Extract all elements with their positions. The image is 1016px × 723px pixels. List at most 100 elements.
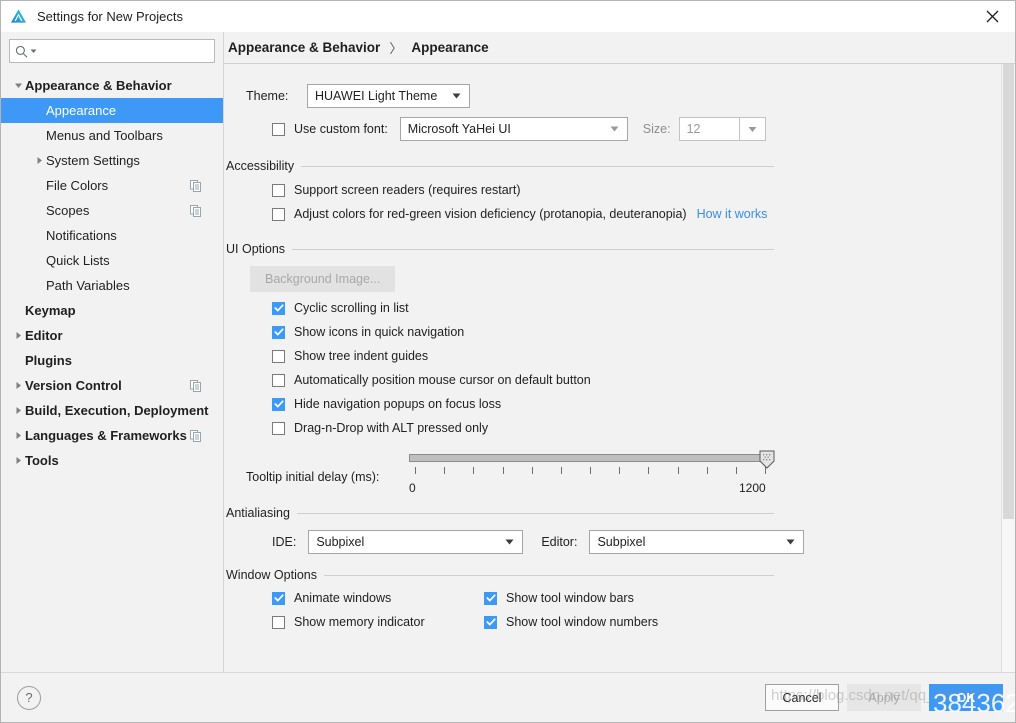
sidebar-item-quick-lists[interactable]: Quick Lists [1,248,223,273]
checkbox-box [484,592,497,605]
slider-tick [415,467,416,474]
automatically-position-mouse-cursor-on-default-button-checkbox[interactable]: Automatically position mouse cursor on d… [272,368,985,392]
sidebar-item-tools[interactable]: Tools [1,448,223,473]
sidebar-item-scopes[interactable]: Scopes [1,198,223,223]
settings-sidebar: Appearance & Behavior Appearance Menus and… [1,32,224,672]
font-size-label: Size: [643,122,671,136]
hide-navigation-popups-on-focus-loss-checkbox[interactable]: Hide navigation popups on focus loss [272,392,985,416]
sidebar-item-menus-and-toolbars[interactable]: Menus and Toolbars [1,123,223,148]
drag-n-drop-with-alt-pressed-only-checkbox[interactable]: Drag-n-Drop with ALT pressed only [272,416,985,440]
show-tool-window-bars-checkbox[interactable]: Show tool window bars [484,586,744,610]
breadcrumb-separator: 〉 [389,38,402,57]
ui-options-section-header: UI Options [224,242,774,256]
show-tree-indent-guides-label: Show tree indent guides [294,349,428,363]
adjust-colors-checkbox[interactable] [272,208,285,221]
settings-dialog: Settings for New Projects [0,0,1016,723]
ok-button[interactable]: OK [929,684,1003,711]
slider-thumb[interactable] [759,450,775,469]
chevron-down-icon[interactable] [11,81,25,90]
background-image-row: Background Image... [224,266,985,292]
chevron-right-icon[interactable] [11,406,25,415]
checkbox-box [272,123,285,136]
search-caret-icon[interactable] [30,44,37,58]
cyclic-scrolling-in-list-label: Cyclic scrolling in list [294,301,409,315]
slider-tick [503,467,504,474]
chevron-right-icon[interactable] [11,431,25,440]
custom-font-select[interactable]: Microsoft YaHei UI [400,117,628,141]
sidebar-item-version-control[interactable]: Version Control [1,373,223,398]
sidebar-item-path-variables[interactable]: Path Variables [1,273,223,298]
question-mark-icon[interactable]: ? [17,686,41,710]
sidebar-item-system-settings[interactable]: System Settings [1,148,223,173]
ide-antialiasing-select[interactable]: Subpixel [308,530,523,554]
sidebar-item-keymap[interactable]: Keymap [1,298,223,323]
sidebar-item-languages-frameworks[interactable]: Languages & Frameworks [1,423,223,448]
font-size-select[interactable]: 12 [679,117,766,141]
slider-track [409,454,771,462]
background-image-button[interactable]: Background Image... [250,266,395,292]
theme-label: Theme: [246,89,304,103]
sidebar-item-label: Quick Lists [46,253,110,268]
chevron-right-icon[interactable] [11,381,25,390]
search-icon [15,45,28,58]
sidebar-item-file-colors[interactable]: File Colors [1,173,223,198]
checkbox-box [272,302,285,315]
sidebar-item-plugins[interactable]: Plugins [1,348,223,373]
settings-tree: Appearance & Behavior Appearance Menus and… [1,71,223,672]
chevron-right-icon[interactable] [11,331,25,340]
show-icons-in-quick-navigation-checkbox[interactable]: Show icons in quick navigation [272,320,985,344]
how-it-works-link[interactable]: How it works [697,207,768,221]
animate-windows-checkbox[interactable]: Animate windows [272,586,484,610]
editor-antialiasing-select[interactable]: Subpixel [589,530,804,554]
show-tree-indent-guides-checkbox[interactable]: Show tree indent guides [272,344,985,368]
show-memory-indicator-label: Show memory indicator [294,615,425,629]
copy-icon[interactable] [190,380,201,392]
accessibility-section-header: Accessibility [224,159,774,173]
animate-windows-label: Animate windows [294,591,391,605]
breadcrumb-parent[interactable]: Appearance & Behavior [228,40,380,55]
close-icon[interactable] [969,1,1015,32]
sidebar-item-notifications[interactable]: Notifications [1,223,223,248]
apply-button[interactable]: Apply [847,684,921,711]
chevron-right-icon[interactable] [11,456,25,465]
settings-content-inner: Theme: HUAWEI Light Theme Use custom [224,84,1015,634]
slider-min-label: 0 [409,481,416,495]
slider-tick [648,467,649,474]
checkbox-box [272,422,285,435]
support-screen-readers-checkbox[interactable]: Support screen readers (requires restart… [272,178,985,202]
sidebar-item-label: Appearance [46,103,116,118]
use-custom-font-checkbox[interactable]: Use custom font: [272,117,388,141]
sidebar-item-label: Scopes [46,203,89,218]
checkbox-box [484,616,497,629]
sidebar-item-build-execution-deployment[interactable]: Build, Execution, Deployment [1,398,223,423]
dialog-footer: ? Cancel Apply OK [1,672,1015,722]
cyclic-scrolling-in-list-checkbox[interactable]: Cyclic scrolling in list [272,296,985,320]
chevron-right-icon[interactable] [32,156,46,165]
content-scrollbar[interactable] [1001,64,1015,672]
tooltip-delay-slider[interactable]: 0 1200 [409,454,774,494]
show-tool-window-numbers-checkbox[interactable]: Show tool window numbers [484,610,744,634]
cancel-button[interactable]: Cancel [765,684,839,711]
theme-select[interactable]: HUAWEI Light Theme [307,84,470,108]
copy-icon[interactable] [190,205,201,217]
copy-icon[interactable] [190,430,201,442]
editor-antialiasing-value: Subpixel [597,535,645,549]
ui-options-title: UI Options [226,242,285,256]
ide-antialiasing-label: IDE: [272,535,296,549]
scrollbar-thumb[interactable] [1003,64,1014,519]
show-tool-window-numbers-label: Show tool window numbers [506,615,658,629]
chevron-down-icon [610,126,619,133]
sidebar-item-appearance-behavior[interactable]: Appearance & Behavior [1,73,223,98]
antialiasing-row: IDE: Subpixel Editor: Subpixel [224,530,985,554]
accessibility-title: Accessibility [226,159,294,173]
sidebar-item-appearance[interactable]: Appearance [1,98,223,123]
search-input[interactable] [37,44,209,58]
search-box[interactable] [9,39,215,63]
copy-icon[interactable] [190,180,201,192]
title-bar: Settings for New Projects [1,1,1015,32]
hide-navigation-popups-on-focus-loss-label: Hide navigation popups on focus loss [294,397,501,411]
show-memory-indicator-checkbox[interactable]: Show memory indicator [272,610,484,634]
antialiasing-title: Antialiasing [226,506,290,520]
sidebar-item-editor[interactable]: Editor [1,323,223,348]
checkbox-box [272,374,285,387]
